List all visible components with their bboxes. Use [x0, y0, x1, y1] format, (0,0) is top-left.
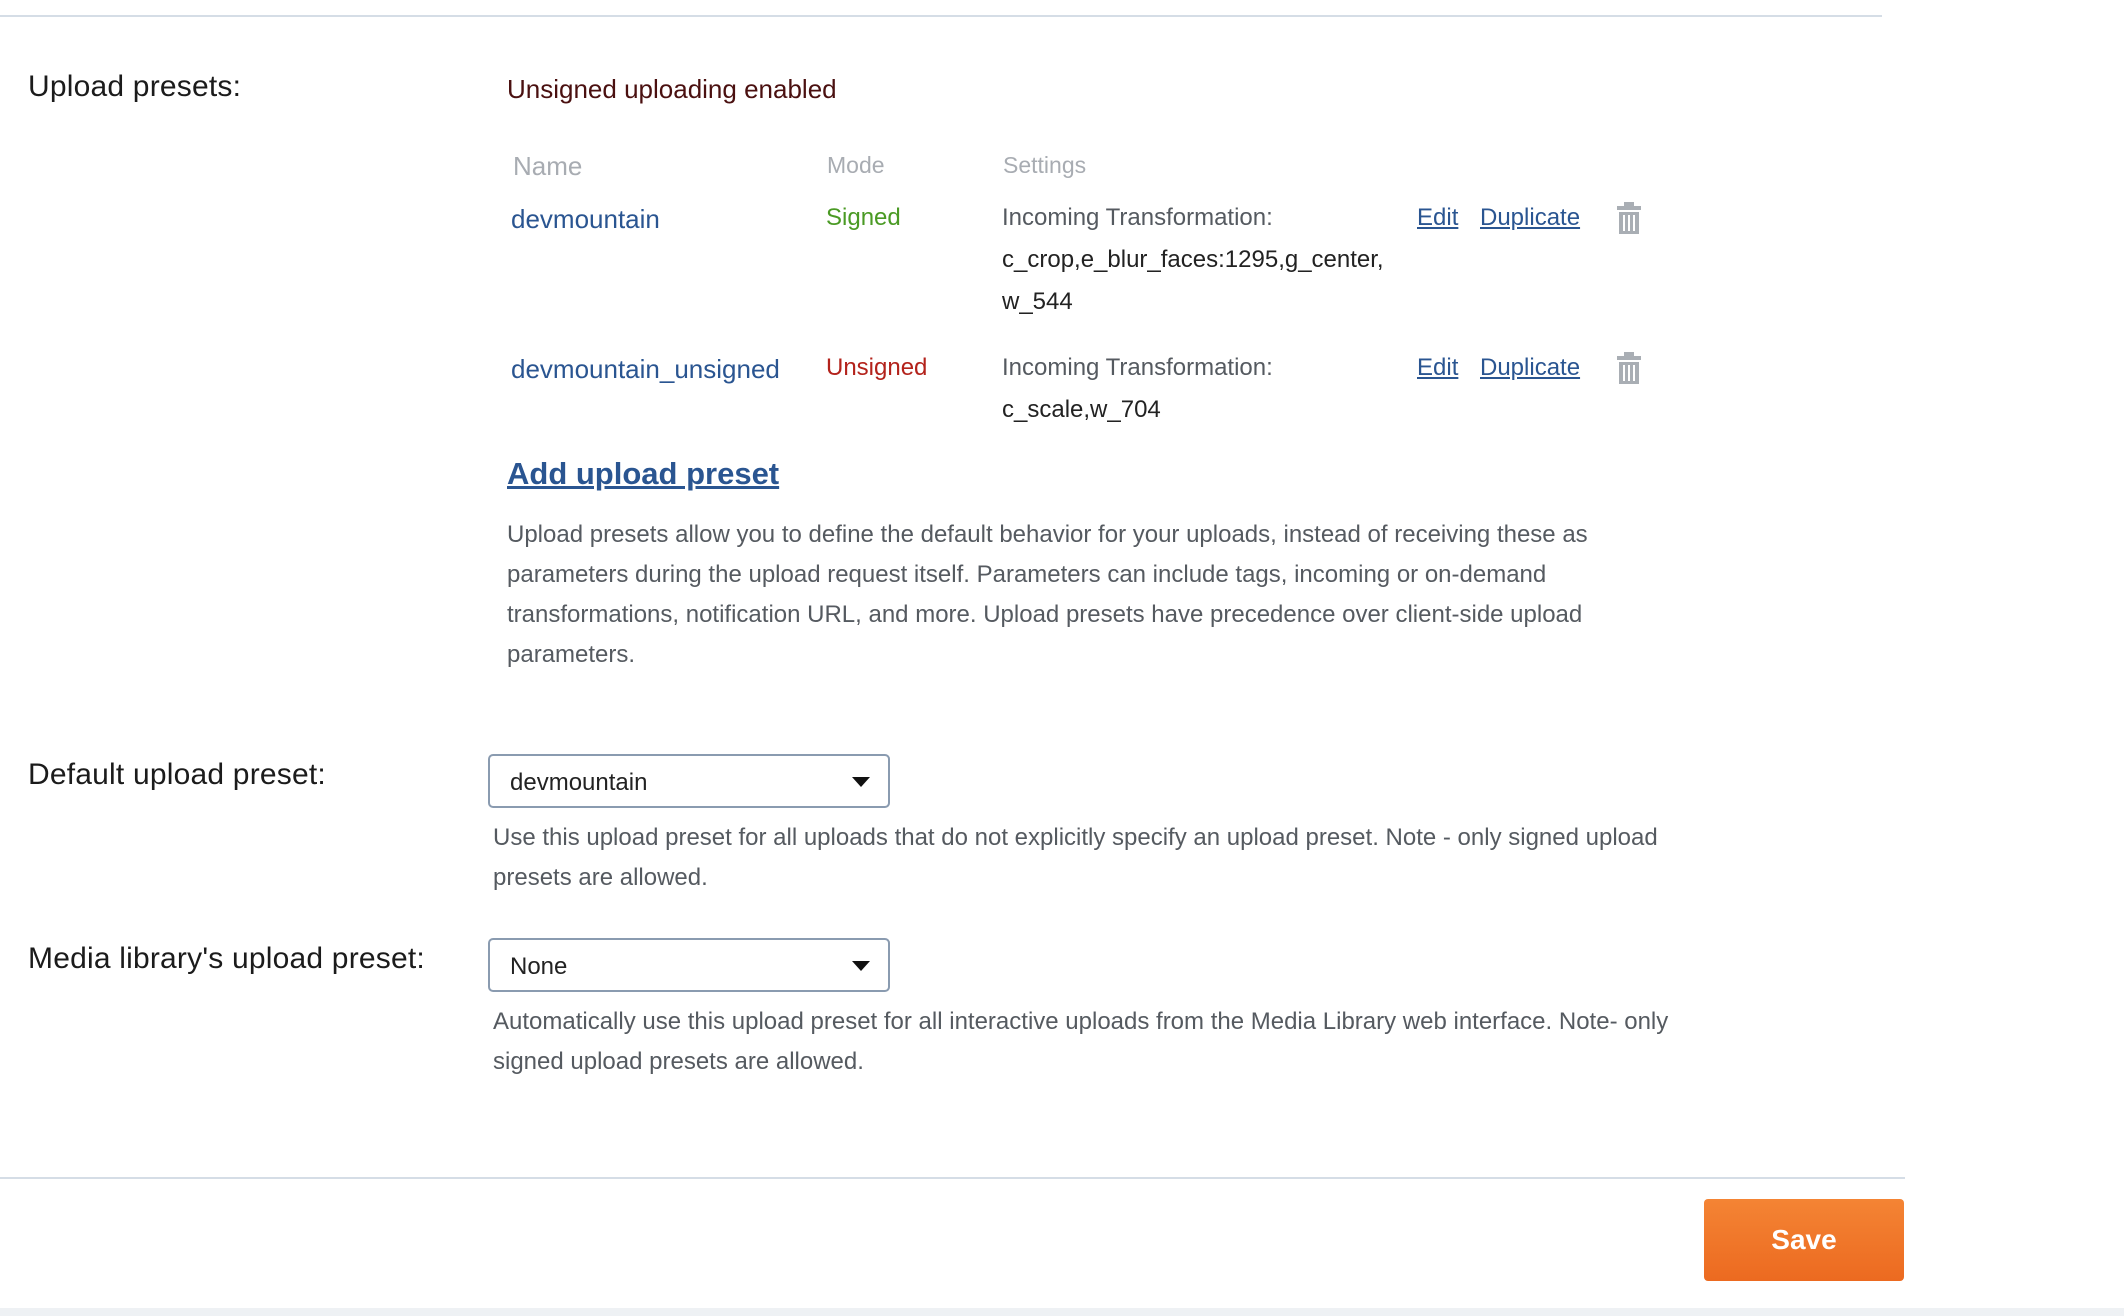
trash-icon[interactable] — [1616, 352, 1642, 384]
default-preset-help: Use this upload preset for all uploads t… — [493, 824, 1658, 891]
preset-settings-label: Incoming Transformation: — [1002, 204, 1273, 231]
media-library-preset-select[interactable]: None — [488, 938, 890, 992]
add-upload-preset-link[interactable]: Add upload preset — [507, 456, 779, 492]
media-library-preset-help: Automatically use this upload preset for… — [493, 1008, 1669, 1075]
default-preset-selected-value: devmountain — [510, 769, 648, 796]
upload-presets-label: Upload presets: — [28, 70, 242, 103]
media-library-preset-label: Media library's upload preset: — [28, 942, 425, 975]
default-preset-select[interactable]: devmountain — [488, 754, 890, 808]
top-divider — [0, 15, 1882, 17]
duplicate-preset-link[interactable]: Duplicate — [1480, 204, 1580, 232]
trash-icon[interactable] — [1616, 202, 1642, 234]
edit-preset-link[interactable]: Edit — [1417, 204, 1458, 232]
preset-name: devmountain_unsigned — [511, 354, 780, 384]
media-library-preset-selected-value: None — [510, 953, 568, 980]
preset-mode-unsigned: Unsigned — [826, 354, 928, 381]
unsigned-status-text: Unsigned uploading enabled — [507, 74, 837, 104]
chevron-down-icon — [852, 961, 870, 971]
bottom-divider — [0, 1177, 1905, 1179]
preset-settings-value: c_scale,w_704 — [1002, 396, 1161, 423]
preset-name: devmountain — [511, 204, 660, 234]
duplicate-preset-link[interactable]: Duplicate — [1480, 354, 1580, 382]
upload-presets-help: Upload presets allow you to define the d… — [507, 521, 1588, 668]
preset-settings-value: c_crop,e_blur_faces:1295,g_center,w_544 — [1002, 246, 1384, 315]
column-header-mode: Mode — [827, 152, 885, 178]
column-header-name: Name — [513, 151, 583, 181]
chevron-down-icon — [852, 777, 870, 787]
footer-band — [0, 1308, 2124, 1316]
preset-settings-label: Incoming Transformation: — [1002, 354, 1273, 381]
edit-preset-link[interactable]: Edit — [1417, 354, 1458, 382]
default-preset-label: Default upload preset: — [28, 758, 326, 791]
column-header-settings: Settings — [1003, 152, 1087, 178]
preset-mode-signed: Signed — [826, 204, 901, 231]
save-button[interactable]: Save — [1704, 1199, 1904, 1281]
